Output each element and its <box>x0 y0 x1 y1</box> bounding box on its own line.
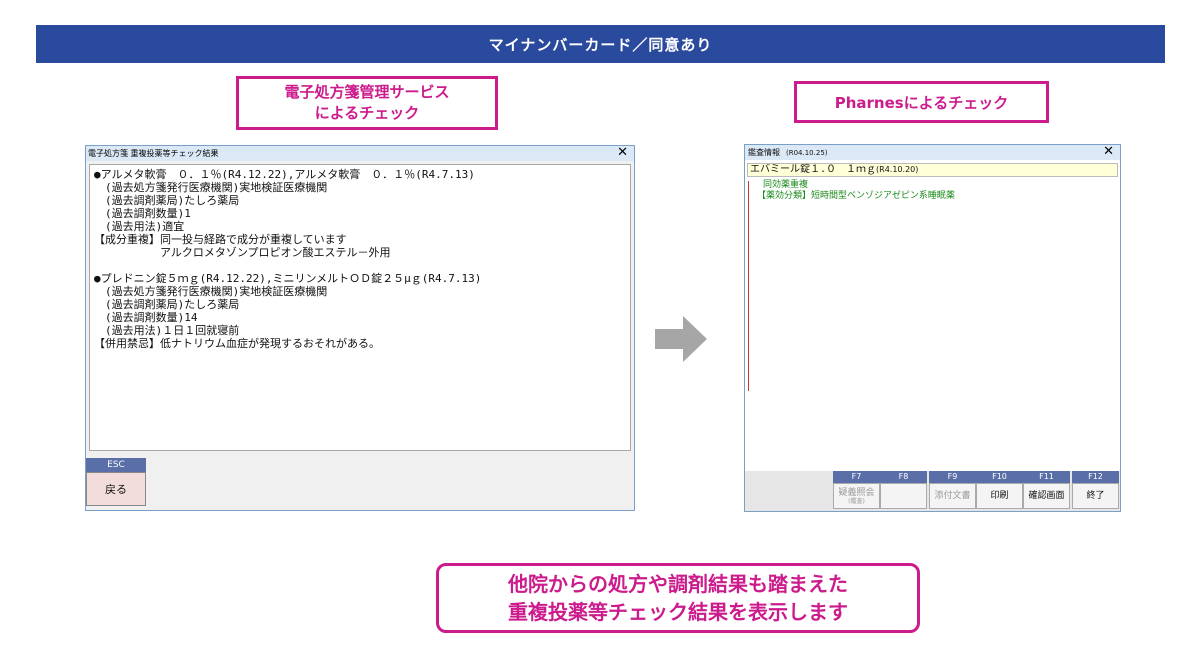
detail-line-1: 同効薬重複 <box>763 180 809 190</box>
fkey-f12: F12 終了 <box>1072 471 1119 509</box>
fkey-f11-label: F11 <box>1023 471 1070 483</box>
result-line: アルクロメタゾンプロピオン酸エステル－外用 <box>94 246 391 259</box>
result-line: (過去処方箋発行医療機関)実地検証医療機関 <box>94 181 328 194</box>
list-rule <box>748 181 749 391</box>
drug-date: (R4.10.20) <box>876 165 919 174</box>
fkey-f12-label: F12 <box>1072 471 1119 483</box>
callout-left-line2: によるチェック <box>314 104 420 122</box>
fkey-f9: F9 添付文書 <box>929 471 976 509</box>
package-insert-button-label: 添付文書 <box>934 491 971 501</box>
close-icon[interactable]: ✕ <box>617 145 628 160</box>
f8-button[interactable] <box>880 483 927 509</box>
inquiry-button-sub: (鑑査) <box>848 497 865 505</box>
inquiry-button-label: 疑義照会 <box>838 487 875 498</box>
confirm-screen-button-label: 確認画面 <box>1028 491 1065 501</box>
arrow-right-icon <box>655 316 707 362</box>
inquiry-button[interactable]: 疑義照会 (鑑査) <box>833 483 880 509</box>
result-line: (過去調剤数量)14 <box>94 311 198 324</box>
print-button-label: 印刷 <box>990 491 1009 501</box>
result-line-blank <box>94 259 626 272</box>
result-line: (過去調剤数量)1 <box>94 207 191 220</box>
check-result-text-area: ●アルメタ軟膏 ０．１％(R4.12.22),アルメタ軟膏 ０．１％(R4.7.… <box>89 164 631 451</box>
banner-text: マイナンバーカード／同意あり <box>488 35 713 54</box>
fkey-f9-label: F9 <box>929 471 976 483</box>
result-line: (過去処方箋発行医療機関)実地検証医療機関 <box>94 285 328 298</box>
result-line: (過去用法)１日１回就寝前 <box>94 324 240 337</box>
callout-bottom-line2: 重複投薬等チェック結果を表示します <box>508 600 848 624</box>
fkey-f11: F11 確認画面 <box>1023 471 1070 509</box>
result-line: ●プレドニン錠５ｍｇ(R4.12.22),ミニリンメルトＯＤ錠２５μｇ(R4.7… <box>94 272 482 285</box>
fkey-f8-label: F8 <box>880 471 927 483</box>
exit-button-label: 終了 <box>1086 491 1105 501</box>
callout-summary: 他院からの処方や調剤結果も踏まえた 重複投薬等チェック結果を表示します <box>436 563 920 633</box>
package-insert-button[interactable]: 添付文書 <box>929 483 976 509</box>
detail-line-2: 【薬効分類】短時間型ベンゾジアゼピン系睡眠薬 <box>757 191 955 201</box>
fkey-f10-label: F10 <box>976 471 1023 483</box>
callout-pharnes: Pharnesによるチェック <box>794 81 1049 123</box>
esc-key-label: ESC <box>86 458 146 472</box>
fkey-f7-label: F7 <box>833 471 880 483</box>
drug-name: エバミール錠１.０ １ｍｇ <box>750 164 877 175</box>
duplicate-check-titlebar: 電子処方箋 重複投薬等チェック結果 ✕ <box>86 145 634 161</box>
function-key-bar: F7 疑義照会 (鑑査) F8 F9 添付文書 F10 印刷 F11 確認画面 … <box>745 471 1120 511</box>
back-button[interactable]: 戻る <box>86 472 146 506</box>
result-line: (過去調剤薬局)たしろ薬局 <box>94 194 240 207</box>
callout-left-line1: 電子処方箋管理サービス <box>284 83 450 101</box>
audit-info-window: 鑑査情報 (R04.10.25) ✕ エバミール錠１.０ １ｍｇ(R4.10.20… <box>744 144 1121 512</box>
duplicate-check-window: 電子処方箋 重複投薬等チェック結果 ✕ ●アルメタ軟膏 ０．１％(R4.12.2… <box>85 145 635 511</box>
close-icon[interactable]: ✕ <box>1103 144 1114 159</box>
print-button[interactable]: 印刷 <box>976 483 1023 509</box>
confirm-screen-button[interactable]: 確認画面 <box>1023 483 1070 509</box>
window-title-date: (R04.10.25) <box>786 149 828 157</box>
callout-right-text: Pharnesによるチェック <box>834 93 1009 112</box>
fkey-f10: F10 印刷 <box>976 471 1023 509</box>
fkey-f7: F7 疑義照会 (鑑査) <box>833 471 880 509</box>
window-title: 電子処方箋 重複投薬等チェック結果 <box>88 149 219 158</box>
result-line: 【併用禁忌】低ナトリウム血症が発現するおそれがある。 <box>94 337 380 350</box>
drug-row[interactable]: エバミール錠１.０ １ｍｇ(R4.10.20) <box>747 163 1118 177</box>
banner: マイナンバーカード／同意あり <box>36 25 1165 63</box>
result-line: ●アルメタ軟膏 ０．１％(R4.12.22),アルメタ軟膏 ０．１％(R4.7.… <box>94 168 475 181</box>
callout-ereceipt-service: 電子処方箋管理サービス によるチェック <box>236 76 498 130</box>
window-title: 鑑査情報 <box>748 148 780 157</box>
result-line: 【成分重複】同一投与経路で成分が重複しています <box>94 233 347 246</box>
result-line: (過去調剤薬局)たしろ薬局 <box>94 298 240 311</box>
audit-info-titlebar: 鑑査情報 (R04.10.25) ✕ <box>745 144 1120 160</box>
fkey-f8: F8 <box>880 471 927 509</box>
audit-detail: 同効薬重複 【薬効分類】短時間型ベンゾジアゼピン系睡眠薬 <box>757 180 955 202</box>
result-line: (過去用法)適宜 <box>94 220 185 233</box>
callout-bottom-line1: 他院からの処方や調剤結果も踏まえた <box>508 572 848 596</box>
exit-button[interactable]: 終了 <box>1072 483 1119 509</box>
esc-key-group: ESC 戻る <box>86 458 146 506</box>
